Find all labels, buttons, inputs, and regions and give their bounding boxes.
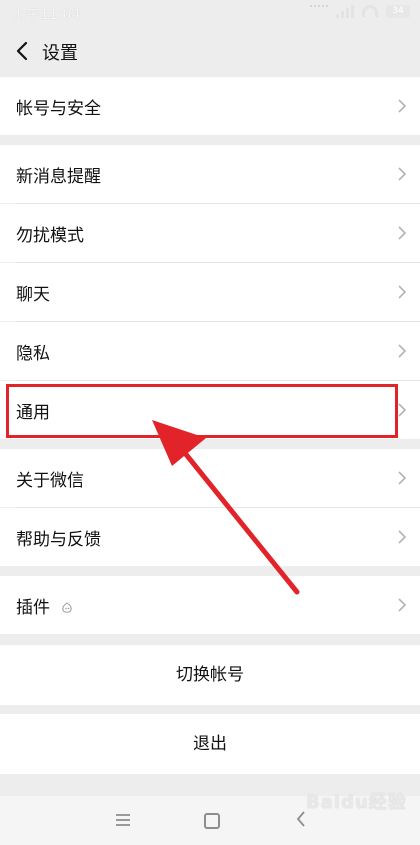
home-icon[interactable] bbox=[204, 813, 220, 829]
annotation-arrow-icon bbox=[152, 420, 300, 595]
watermark: Baidu经验 bbox=[306, 792, 407, 813]
menu-icon[interactable] bbox=[116, 814, 130, 829]
